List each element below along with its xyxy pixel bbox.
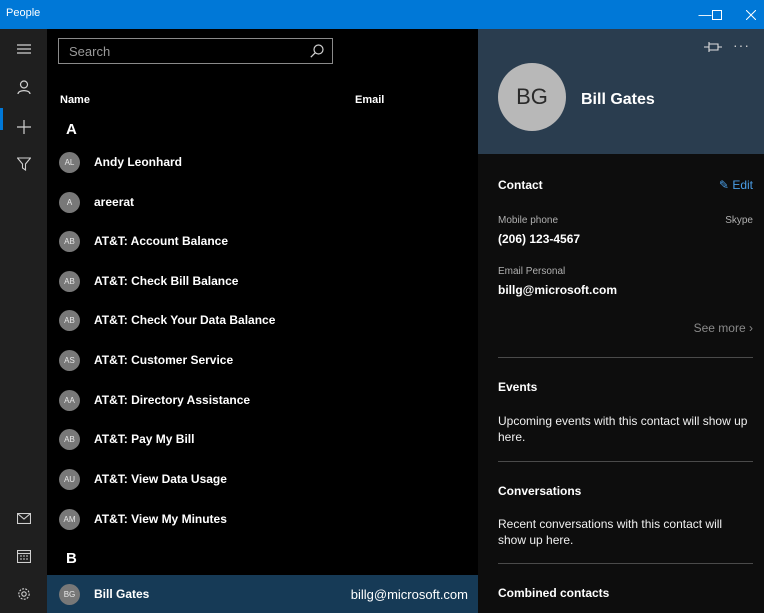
contact-email: billg@microsoft.com: [350, 587, 468, 602]
calendar-app-button[interactable]: [0, 538, 47, 574]
contact-name: Andy Leonhard: [94, 155, 183, 169]
contact-name: AT&T: Account Balance: [94, 234, 229, 248]
pencil-icon: ✎: [718, 178, 729, 192]
group-header-a: A: [66, 121, 77, 138]
calendar-icon: [16, 549, 31, 563]
avatar: AB: [59, 271, 80, 292]
add-icon: [16, 120, 31, 134]
events-section-title: Events: [498, 380, 538, 394]
events-placeholder-text: Upcoming events with this contact will s…: [498, 414, 748, 444]
contact-row-selected[interactable]: BG Bill Gates billg@microsoft.com: [47, 575, 478, 613]
contact-name: AT&T: Customer Service: [94, 353, 234, 367]
edit-button[interactable]: ✎ Edit: [719, 178, 753, 192]
search-input[interactable]: [59, 39, 332, 63]
contact-display-name: Bill Gates: [581, 91, 655, 108]
avatar: BG: [59, 584, 80, 605]
contact-name: AT&T: Check Your Data Balance: [94, 313, 276, 327]
window-title: People: [6, 7, 41, 19]
conversations-placeholder-text: Recent conversations with this contact w…: [498, 517, 723, 547]
person-icon: [16, 79, 31, 94]
settings-icon: [17, 588, 30, 600]
contact-name: AT&T: Directory Assistance: [94, 393, 251, 407]
people-nav-button[interactable]: [0, 69, 47, 105]
email-personal-label: Email Personal: [498, 266, 566, 277]
divider: [498, 563, 753, 564]
avatar: AA: [59, 390, 80, 411]
navigation-rail: [0, 29, 47, 613]
contact-list-pane: Name Email A AL Andy Leonhard A areerat …: [47, 29, 478, 613]
mobile-phone-value[interactable]: (206) 123-4567: [498, 232, 580, 246]
contact-row[interactable]: AU AT&T: View Data Usage: [47, 460, 478, 498]
mail-icon: [16, 512, 31, 524]
filter-button[interactable]: [0, 146, 47, 182]
avatar: AB: [59, 310, 80, 331]
avatar: AM: [59, 509, 80, 530]
close-button[interactable]: [738, 0, 764, 29]
divider: [498, 357, 753, 358]
avatar: AB: [59, 429, 80, 450]
see-more-link[interactable]: See more ›: [694, 321, 753, 335]
contact-row[interactable]: AM AT&T: View My Minutes: [47, 500, 478, 538]
group-header-b: B: [66, 550, 77, 567]
contact-name: AT&T: View My Minutes: [94, 512, 227, 526]
contact-row[interactable]: AB AT&T: Pay My Bill: [47, 420, 478, 458]
email-value[interactable]: billg@microsoft.com: [498, 283, 617, 297]
hamburger-menu-icon: [16, 44, 31, 54]
contact-name: areerat: [94, 195, 135, 209]
contact-name: AT&T: Check Bill Balance: [94, 274, 239, 288]
filter-icon: [16, 157, 31, 171]
avatar: AS: [59, 350, 80, 371]
more-options-icon[interactable]: ···: [733, 37, 750, 53]
settings-button[interactable]: [0, 576, 47, 612]
contact-row[interactable]: A areerat: [47, 183, 478, 221]
close-icon: [746, 9, 756, 20]
skype-label[interactable]: Skype: [725, 215, 753, 226]
see-more-label: See more: [693, 321, 746, 335]
search-box[interactable]: [58, 38, 333, 64]
edit-label: Edit: [732, 178, 753, 192]
maximize-button[interactable]: [704, 0, 730, 29]
chevron-right-icon: ›: [749, 321, 753, 335]
pin-icon[interactable]: [703, 39, 723, 55]
maximize-icon: [712, 9, 722, 20]
conversations-section-title: Conversations: [498, 484, 582, 498]
contact-row[interactable]: AS AT&T: Customer Service: [47, 341, 478, 379]
name-column-header[interactable]: Name: [60, 94, 90, 106]
contact-row[interactable]: AB AT&T: Check Your Data Balance: [47, 301, 478, 339]
add-contact-button[interactable]: [0, 109, 47, 145]
contact-row[interactable]: AA AT&T: Directory Assistance: [47, 381, 478, 419]
avatar: AL: [59, 152, 80, 173]
contact-row[interactable]: AL Andy Leonhard: [47, 143, 478, 181]
contact-name: AT&T: Pay My Bill: [94, 432, 195, 446]
mail-app-button[interactable]: [0, 500, 47, 536]
mobile-phone-label: Mobile phone: [498, 215, 559, 226]
combined-contacts-title: Combined contacts: [498, 586, 610, 600]
divider: [498, 461, 753, 462]
contact-header: BG Bill Gates ···: [478, 29, 764, 154]
contact-row[interactable]: AB AT&T: Check Bill Balance: [47, 262, 478, 300]
search-icon[interactable]: [310, 44, 324, 58]
contact-name: AT&T: View Data Usage: [94, 472, 227, 486]
hamburger-menu-button[interactable]: [0, 31, 47, 67]
contact-name: Bill Gates: [94, 587, 150, 601]
avatar: AU: [59, 469, 80, 490]
title-bar: People —: [0, 0, 764, 29]
contact-detail-pane: BG Bill Gates ··· Contact ✎ Edit Mobile …: [478, 29, 764, 613]
contact-avatar-large: BG: [498, 63, 566, 131]
contact-section-title: Contact: [498, 178, 543, 192]
avatar: AB: [59, 231, 80, 252]
avatar: A: [59, 192, 80, 213]
contact-row[interactable]: AB AT&T: Account Balance: [47, 222, 478, 260]
email-column-header[interactable]: Email: [355, 94, 384, 106]
